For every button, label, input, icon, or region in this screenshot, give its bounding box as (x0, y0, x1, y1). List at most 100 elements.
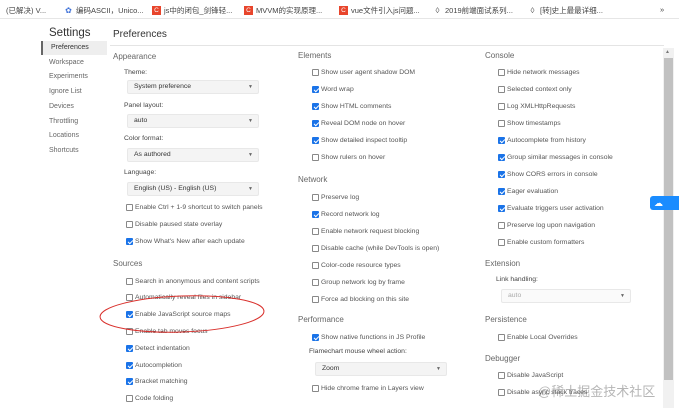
checkbox-icon[interactable] (312, 68, 319, 76)
checkbox-show-detailed-inspect-tooltip[interactable]: Show detailed inspect tooltip (312, 135, 407, 145)
sidebar-item-ignore-list[interactable]: Ignore List (41, 85, 107, 99)
scrollbar[interactable]: ▲ (663, 48, 674, 408)
sidebar-item-devices[interactable]: Devices (41, 100, 107, 114)
checkbox-evaluate-triggers-user-activation[interactable]: Evaluate triggers user activation (498, 203, 604, 213)
checkbox-enable-network-request-blocking[interactable]: Enable network request blocking (312, 226, 419, 236)
checkbox-show-html-comments[interactable]: Show HTML comments (312, 101, 391, 111)
checkbox-preserve-log-upon-navigation[interactable]: Preserve log upon navigation (498, 220, 595, 230)
checkbox-icon[interactable] (126, 395, 133, 403)
checkbox-disable-paused-state-overlay[interactable]: Disable paused state overlay (126, 219, 222, 229)
sidebar-item-shortcuts[interactable]: Shortcuts (41, 144, 107, 158)
checkbox-icon[interactable] (498, 136, 505, 144)
checkbox-reveal-dom-node-on-hover[interactable]: Reveal DOM node on hover (312, 118, 405, 128)
checkbox-icon[interactable] (498, 85, 505, 93)
checkbox-icon[interactable] (312, 210, 319, 218)
checkbox-show-timestamps[interactable]: Show timestamps (498, 118, 561, 128)
checkbox-log-xmlhttprequests[interactable]: Log XMLHttpRequests (498, 101, 575, 111)
bookmark-item[interactable]: (已解决) V... (6, 5, 46, 16)
checkbox-icon[interactable] (126, 203, 133, 211)
checkbox-disable-javascript[interactable]: Disable JavaScript (498, 370, 563, 380)
checkbox-selected-context-only[interactable]: Selected context only (498, 84, 572, 94)
checkbox-automatically-reveal-files-in-sidebar[interactable]: Automatically reveal files in sidebar (126, 293, 241, 303)
checkbox-icon[interactable] (498, 388, 505, 396)
checkbox-group-similar-messages-in-console[interactable]: Group similar messages in console (498, 152, 613, 162)
checkbox-icon[interactable] (498, 204, 505, 212)
bookmark-item[interactable]: ◊ 2019前端面试系列... (433, 5, 513, 16)
sidebar-item-preferences[interactable]: Preferences (41, 41, 107, 55)
theme-select[interactable]: System preference ▼ (127, 80, 259, 94)
checkbox-icon[interactable] (312, 136, 319, 144)
bookmarks-overflow-button[interactable]: » (660, 5, 664, 14)
checkbox-show-cors-errors-in-console[interactable]: Show CORS errors in console (498, 169, 598, 179)
bookmark-item[interactable]: C MVVM的实现原理... (244, 5, 322, 16)
checkbox-icon[interactable] (126, 327, 133, 335)
panel-layout-select[interactable]: auto ▼ (127, 114, 259, 128)
checkbox-icon[interactable] (312, 85, 319, 93)
checkbox-word-wrap[interactable]: Word wrap (312, 84, 354, 94)
checkbox-icon[interactable] (498, 153, 505, 161)
checkbox-icon[interactable] (498, 119, 505, 127)
checkbox-enable-ctrl-1-9-shortcut-to-switch-panels[interactable]: Enable Ctrl + 1-9 shortcut to switch pan… (126, 202, 263, 212)
checkbox-icon[interactable] (126, 311, 133, 319)
checkbox-search-in-anonymous-and-content-scripts[interactable]: Search in anonymous and content scripts (126, 276, 260, 286)
checkbox-icon[interactable] (126, 294, 133, 302)
checkbox-icon[interactable] (312, 384, 319, 392)
checkbox-icon[interactable] (312, 333, 319, 341)
checkbox-disable-cache-while-devtools-is-open-[interactable]: Disable cache (while DevTools is open) (312, 243, 439, 253)
checkbox-code-folding[interactable]: Code folding (126, 394, 173, 404)
bookmark-item[interactable]: ✿ 编码ASCII，Unico... (64, 5, 143, 16)
checkbox-icon[interactable] (312, 153, 319, 161)
bookmark-item[interactable]: ◊ [转]史上最最详细... (528, 5, 603, 16)
checkbox-color-code-resource-types[interactable]: Color-code resource types (312, 260, 401, 270)
checkbox-icon[interactable] (312, 278, 319, 286)
checkbox-icon[interactable] (126, 277, 133, 285)
checkbox-enable-tab-moves-focus[interactable]: Enable tab moves focus (126, 326, 208, 336)
checkbox-icon[interactable] (498, 221, 505, 229)
checkbox-hide-chrome-frame-in-layers-view[interactable]: Hide chrome frame in Layers view (312, 383, 424, 393)
checkbox-icon[interactable] (126, 220, 133, 228)
flamechart-wheel-select[interactable]: Zoom ▼ (315, 362, 447, 376)
checkbox-enable-local-overrides[interactable]: Enable Local Overrides (498, 332, 578, 342)
checkbox-icon[interactable] (312, 244, 319, 252)
checkbox-record-network-log[interactable]: Record network log (312, 209, 380, 219)
checkbox-icon[interactable] (498, 333, 505, 341)
scroll-up-arrow-icon[interactable]: ▲ (665, 49, 670, 55)
checkbox-icon[interactable] (312, 193, 319, 201)
checkbox-icon[interactable] (498, 238, 505, 246)
checkbox-icon[interactable] (126, 361, 133, 369)
checkbox-show-rulers-on-hover[interactable]: Show rulers on hover (312, 152, 385, 162)
checkbox-icon[interactable] (126, 344, 133, 352)
sidebar-item-throttling[interactable]: Throttling (41, 115, 107, 129)
floating-cloud-widget-icon[interactable]: ☁ (650, 196, 679, 210)
checkbox-show-user-agent-shadow-dom[interactable]: Show user agent shadow DOM (312, 67, 415, 77)
sidebar-item-workspace[interactable]: Workspace (41, 56, 107, 70)
checkbox-icon[interactable] (312, 102, 319, 110)
checkbox-icon[interactable] (126, 378, 133, 386)
checkbox-eager-evaluation[interactable]: Eager evaluation (498, 186, 558, 196)
sidebar-item-locations[interactable]: Locations (41, 129, 107, 143)
language-select[interactable]: English (US) - English (US) ▼ (127, 182, 259, 196)
bookmark-item[interactable]: Cvue文件引入js问题... (339, 5, 420, 16)
color-format-select[interactable]: As authored ▼ (127, 148, 259, 162)
sidebar-item-experiments[interactable]: Experiments (41, 70, 107, 84)
checkbox-enable-javascript-source-maps[interactable]: Enable JavaScript source maps (126, 310, 231, 320)
checkbox-show-what-s-new-after-each-update[interactable]: Show What's New after each update (126, 236, 245, 246)
link-handling-select[interactable]: auto ▼ (501, 289, 631, 303)
checkbox-bracket-matching[interactable]: Bracket matching (126, 377, 188, 387)
checkbox-hide-network-messages[interactable]: Hide network messages (498, 67, 580, 77)
checkbox-show-native-functions-in-js-profile[interactable]: Show native functions in JS Profile (312, 332, 425, 342)
checkbox-icon[interactable] (126, 237, 133, 245)
checkbox-icon[interactable] (312, 119, 319, 127)
checkbox-autocompletion[interactable]: Autocompletion (126, 360, 182, 370)
checkbox-icon[interactable] (498, 102, 505, 110)
checkbox-icon[interactable] (312, 227, 319, 235)
checkbox-icon[interactable] (312, 261, 319, 269)
checkbox-icon[interactable] (498, 371, 505, 379)
checkbox-icon[interactable] (498, 187, 505, 195)
checkbox-group-network-log-by-frame[interactable]: Group network log by frame (312, 277, 405, 287)
checkbox-enable-custom-formatters[interactable]: Enable custom formatters (498, 237, 584, 247)
scroll-thumb[interactable] (664, 58, 673, 380)
bookmark-item[interactable]: Cjs中的闭包_剑锋轻... (152, 5, 232, 16)
checkbox-icon[interactable] (498, 68, 505, 76)
checkbox-autocomplete-from-history[interactable]: Autocomplete from history (498, 135, 586, 145)
